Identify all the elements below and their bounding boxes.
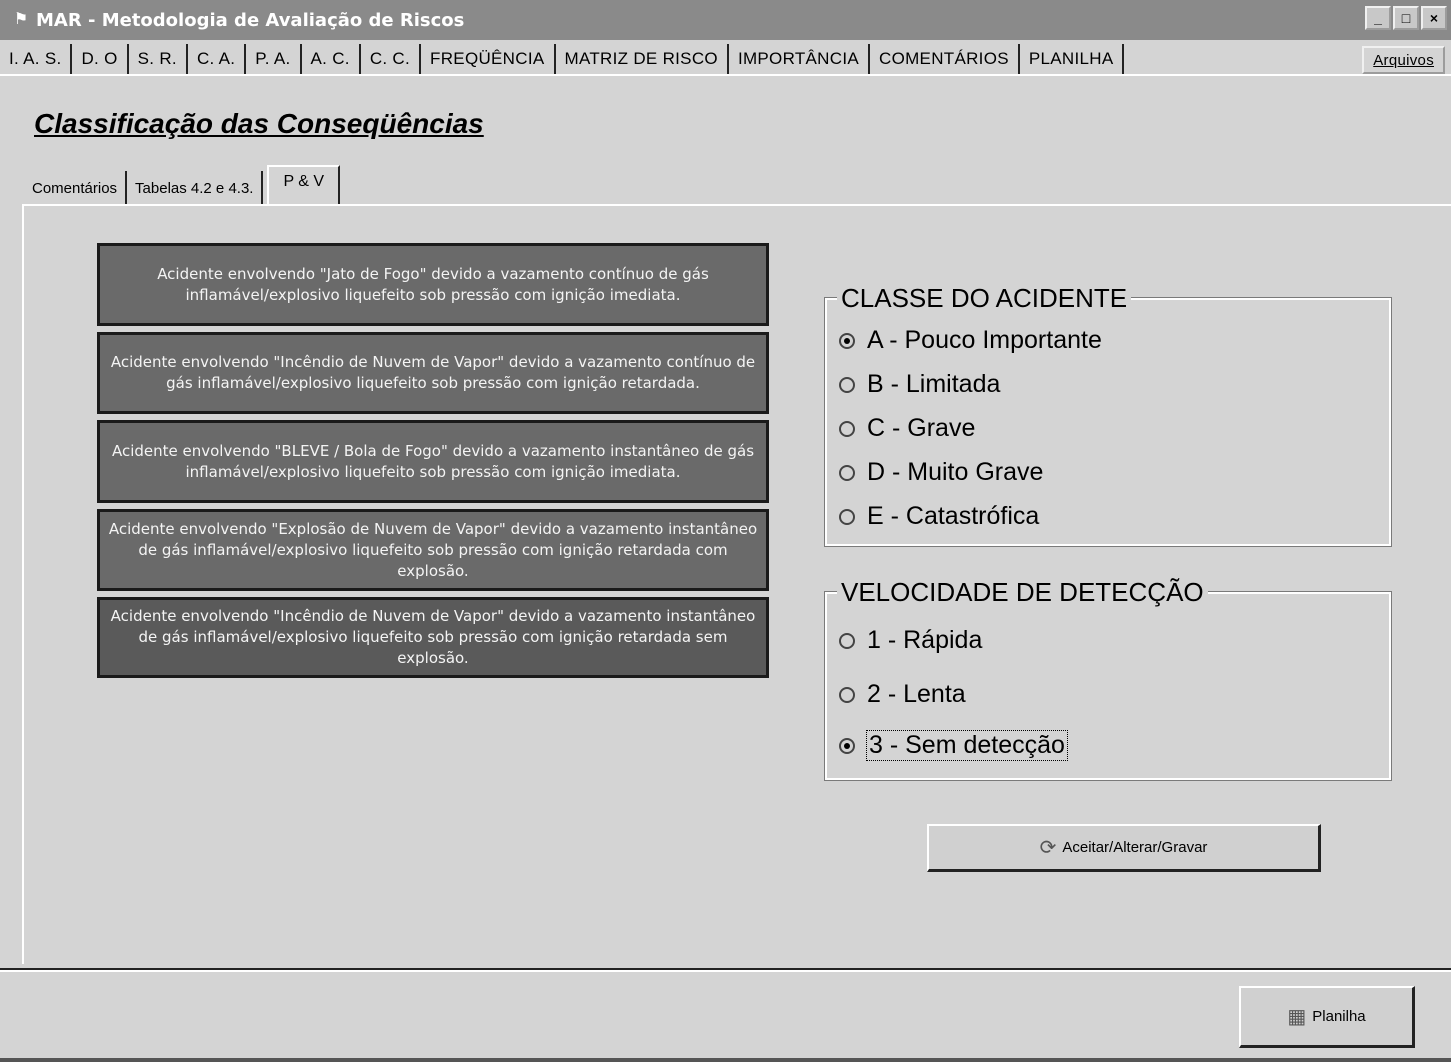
tab-matriz-de-risco[interactable]: MATRIZ DE RISCO <box>556 44 729 74</box>
window-controls: _ □ × <box>1365 6 1447 30</box>
radio-label: B - Limitada <box>867 370 1001 398</box>
window-title: MAR - Metodologia de Avaliação de Riscos <box>36 9 465 31</box>
app-icon: ⚑ <box>13 11 29 28</box>
radio-unchecked-icon[interactable] <box>839 686 855 703</box>
maximize-button[interactable]: □ <box>1393 6 1419 30</box>
planilha-label: Planilha <box>1312 1008 1366 1025</box>
radio-label: 1 - Rápida <box>867 626 983 654</box>
radio-unchecked-icon[interactable] <box>839 508 855 525</box>
radio-label: C - Grave <box>867 414 976 442</box>
sub-tab-strip: Comentários Tabelas 4.2 e 4.3. P & V <box>24 165 341 205</box>
panel-left-border <box>22 204 24 964</box>
close-button[interactable]: × <box>1421 6 1447 30</box>
radio-label: A - Pouco Importante <box>867 326 1102 354</box>
refresh-icon: ⟳ <box>1039 837 1057 859</box>
radio-classe-b[interactable]: B - Limitada <box>839 370 1000 399</box>
radio-label: E - Catastrófica <box>867 502 1040 530</box>
minimize-button[interactable]: _ <box>1365 6 1391 30</box>
subtab-tabelas[interactable]: Tabelas 4.2 e 4.3. <box>127 171 264 205</box>
bottom-edge <box>0 1058 1451 1062</box>
panel-top-border <box>22 204 1451 206</box>
tab-ias[interactable]: I. A. S. <box>0 44 73 74</box>
radio-unchecked-icon[interactable] <box>839 464 855 481</box>
tab-ac[interactable]: A. C. <box>302 44 361 74</box>
aceitar-alterar-gravar-button[interactable]: ⟳ Aceitar/Alterar/Gravar <box>927 824 1321 872</box>
radio-label: D - Muito Grave <box>867 458 1044 486</box>
top-tab-strip: I. A. S. D. O S. R. C. A. P. A. A. C. C.… <box>0 40 1451 76</box>
tab-sr[interactable]: S. R. <box>129 44 188 74</box>
radio-classe-a[interactable]: A - Pouco Importante <box>839 326 1102 355</box>
radio-checked-icon[interactable] <box>839 332 855 349</box>
classe-group: CLASSE DO ACIDENTE A - Pouco Importante … <box>824 282 1392 547</box>
radio-velocidade-3[interactable]: 3 - Sem detecção <box>839 730 1068 761</box>
classe-legend: CLASSE DO ACIDENTE <box>837 282 1132 314</box>
radio-unchecked-icon[interactable] <box>839 632 855 649</box>
radio-unchecked-icon[interactable] <box>839 376 855 393</box>
aceitar-label: Aceitar/Alterar/Gravar <box>1062 839 1208 856</box>
arquivos-button[interactable]: Arquivos <box>1362 46 1445 74</box>
accident-incendio-nuvem-instantaneo[interactable]: Acidente envolvendo "Incêndio de Nuvem d… <box>97 597 769 678</box>
velocidade-legend: VELOCIDADE DE DETECÇÃO <box>837 576 1208 608</box>
radio-classe-e[interactable]: E - Catastrófica <box>839 502 1039 531</box>
radio-classe-c[interactable]: C - Grave <box>839 414 975 443</box>
radio-label: 3 - Sem detecção <box>866 730 1068 761</box>
divider-highlight <box>0 970 1451 972</box>
subtab-pv[interactable]: P & V <box>267 165 341 205</box>
tab-frequencia[interactable]: FREQÜÊNCIA <box>421 44 556 74</box>
accident-bleve[interactable]: Acidente envolvendo "BLEVE / Bola de Fog… <box>97 420 769 503</box>
tab-do[interactable]: D. O <box>72 44 129 74</box>
title-bar: ⚑ MAR - Metodologia de Avaliação de Risc… <box>0 0 1451 40</box>
accident-jato-de-fogo[interactable]: Acidente envolvendo "Jato de Fogo" devid… <box>97 243 769 326</box>
radio-velocidade-2[interactable]: 2 - Lenta <box>839 680 966 709</box>
subtab-comentarios[interactable]: Comentários <box>24 171 128 205</box>
planilha-button[interactable]: ▦ Planilha <box>1239 986 1415 1048</box>
radio-label: 2 - Lenta <box>867 680 966 708</box>
page-title: Classificação das Conseqüências <box>34 108 484 139</box>
velocidade-group: VELOCIDADE DE DETECÇÃO 1 - Rápida 2 - Le… <box>824 576 1392 781</box>
tab-cc[interactable]: C. C. <box>361 44 422 74</box>
tab-pa[interactable]: P. A. <box>246 44 302 74</box>
radio-unchecked-icon[interactable] <box>839 420 855 437</box>
radio-classe-d[interactable]: D - Muito Grave <box>839 458 1043 487</box>
tab-importancia[interactable]: IMPORTÂNCIA <box>729 44 870 74</box>
tab-planilha[interactable]: PLANILHA <box>1020 44 1125 74</box>
app-window: ⚑ MAR - Metodologia de Avaliação de Risc… <box>0 0 1451 1062</box>
radio-checked-icon[interactable] <box>839 737 855 754</box>
tab-ca[interactable]: C. A. <box>188 44 247 74</box>
tab-comentarios[interactable]: COMENTÁRIOS <box>870 44 1020 74</box>
radio-velocidade-1[interactable]: 1 - Rápida <box>839 626 982 655</box>
accident-explosao-nuvem[interactable]: Acidente envolvendo "Explosão de Nuvem d… <box>97 509 769 591</box>
spreadsheet-icon: ▦ <box>1287 1006 1307 1028</box>
accident-incendio-nuvem-continuo[interactable]: Acidente envolvendo "Incêndio de Nuvem d… <box>97 332 769 414</box>
